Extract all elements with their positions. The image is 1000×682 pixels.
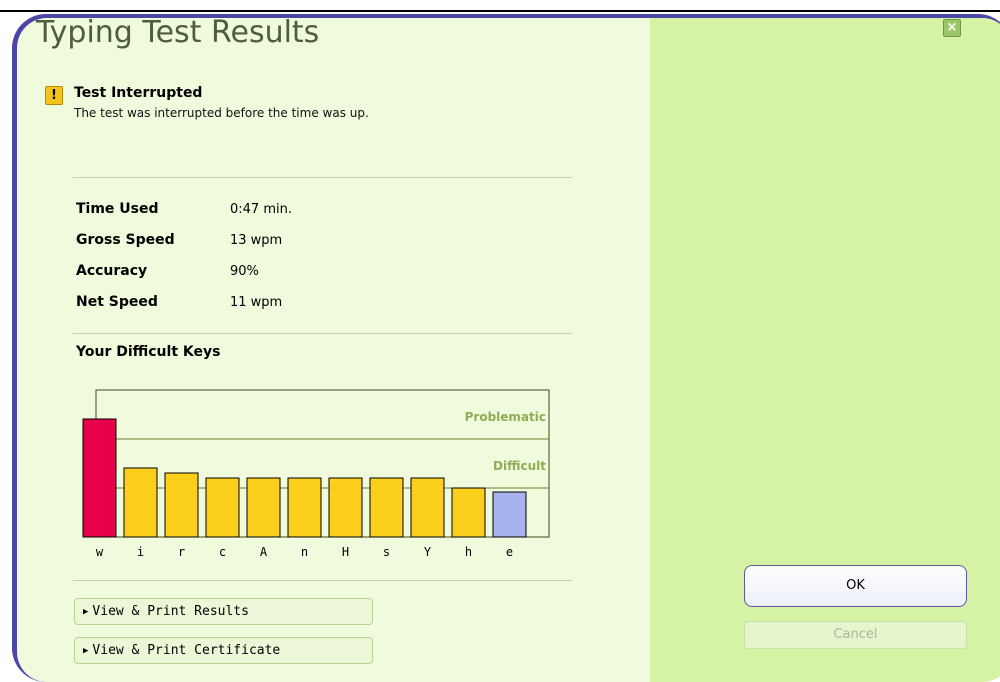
bar [369, 477, 404, 538]
bar [287, 477, 322, 538]
key-label: n [301, 545, 308, 559]
view-print-certificate-label: View & Print Certificate [92, 643, 281, 658]
difficult-keys-chart: Problematic Difficult w i r c An Hs Yh e [82, 389, 550, 559]
key-label: c [219, 545, 226, 559]
stat-value-net-speed: 11 wpm [230, 295, 283, 310]
bar [492, 491, 527, 538]
key-label: s [383, 545, 390, 559]
stat-value-time-used: 0:47 min. [230, 202, 292, 217]
threshold-label: Difficult [493, 459, 546, 473]
key-label: Y [424, 545, 432, 559]
bar [246, 477, 281, 538]
bar [164, 472, 199, 538]
divider [73, 333, 573, 334]
threshold-label: Problematic [465, 410, 546, 424]
key-label: r [178, 545, 185, 559]
view-print-results-label: View & Print Results [92, 604, 249, 619]
divider [73, 580, 573, 581]
bar [328, 477, 363, 538]
bar [205, 477, 240, 538]
key-label: w [96, 545, 104, 559]
key-label: A [260, 545, 268, 559]
dialog-title: Typing Test Results [36, 15, 320, 50]
window-top-strip [0, 0, 1000, 12]
close-icon[interactable]: × [943, 19, 961, 37]
bar [451, 487, 486, 538]
triangle-right-icon: ▶ [83, 646, 89, 656]
key-label: i [137, 545, 144, 559]
key-label: e [506, 545, 513, 559]
stat-label-time-used: Time Used [76, 201, 159, 217]
view-print-results-link[interactable]: ▶ View & Print Results [74, 598, 373, 625]
stat-label-gross-speed: Gross Speed [76, 232, 175, 248]
ok-button[interactable]: OK [744, 565, 967, 607]
stat-value-gross-speed: 13 wpm [230, 233, 283, 248]
key-label: h [465, 545, 472, 559]
bar [123, 467, 158, 538]
bar [82, 418, 117, 538]
notice-title: Test Interrupted [74, 85, 203, 101]
difficult-keys-title: Your Difficult Keys [76, 344, 221, 360]
bar [410, 477, 445, 538]
triangle-right-icon: ▶ [83, 607, 89, 617]
stat-value-accuracy: 90% [230, 264, 259, 279]
divider [73, 177, 573, 178]
key-label: H [342, 545, 349, 559]
notice-message: The test was interrupted before the time… [74, 106, 369, 120]
cancel-button[interactable]: Cancel [744, 621, 967, 649]
stat-label-accuracy: Accuracy [76, 263, 148, 279]
warning-icon: ! [45, 86, 63, 105]
view-print-certificate-link[interactable]: ▶ View & Print Certificate [74, 637, 373, 664]
stat-label-net-speed: Net Speed [76, 294, 158, 310]
